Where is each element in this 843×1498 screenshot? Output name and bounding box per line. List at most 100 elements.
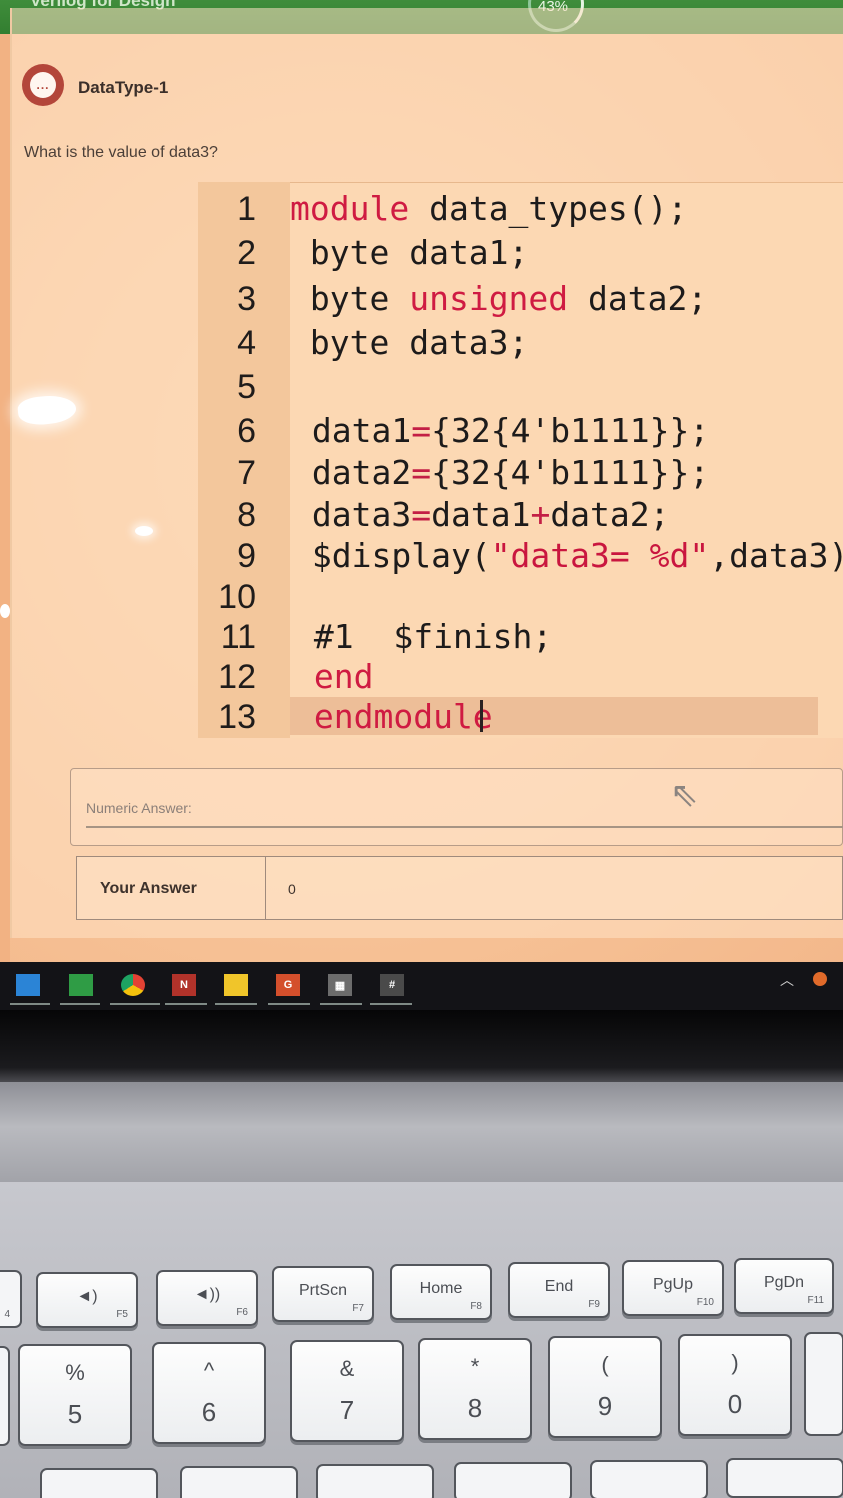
code-token: unsigned [409, 279, 569, 318]
numeric-answer-label: Numeric Answer: [86, 800, 192, 816]
key-label: End [544, 1278, 574, 1295]
code-line: byte unsigned data2; [290, 278, 707, 320]
code-line: data3=data1+data2; [292, 494, 670, 536]
key-shift-label: * [470, 1354, 480, 1379]
line-number: 11 [220, 618, 256, 656]
key-bottom-row[interactable] [454, 1462, 572, 1498]
numeric-answer-underline [86, 826, 843, 828]
key-label: 0 [727, 1389, 743, 1419]
line-number: 10 [218, 578, 256, 616]
key-bottom-row[interactable] [40, 1468, 158, 1498]
line-number: 8 [237, 496, 256, 534]
key-4-partial[interactable] [0, 1346, 10, 1446]
code-token: module [290, 189, 410, 228]
key-bottom-row[interactable] [590, 1460, 708, 1498]
code-token: {32{4'b1111}}; [431, 411, 710, 450]
code-token: #1 $finish; [294, 617, 553, 656]
left-margin [0, 34, 10, 964]
code-token: end [294, 657, 374, 696]
code-token: data1 [292, 411, 412, 450]
taskbar-running-indicator [110, 1003, 160, 1005]
key-f9[interactable]: End F9 [508, 1262, 610, 1318]
powerpoint-icon[interactable]: G [276, 974, 300, 996]
chrome-icon[interactable] [121, 974, 145, 996]
laptop-hinge [0, 1082, 843, 1182]
app-green-icon[interactable] [69, 974, 93, 996]
key-f4-partial[interactable]: 4 [0, 1270, 22, 1328]
key-bottom-row[interactable] [316, 1464, 434, 1498]
key-5[interactable]: % 5 [18, 1344, 132, 1446]
screen-glare-small [135, 526, 153, 536]
line-number: 7 [237, 454, 256, 492]
key-7[interactable]: & 7 [290, 1340, 404, 1442]
key-0[interactable]: ) 0 [678, 1334, 792, 1436]
tray-status-icon[interactable] [813, 972, 827, 986]
code-token: {32{4'b1111}}; [431, 453, 710, 492]
code-token: data1 [431, 495, 531, 534]
calculator-icon[interactable]: ▦ [328, 974, 352, 996]
key-9[interactable]: (9 [548, 1336, 662, 1438]
key-f5[interactable]: ◄) F5 [36, 1272, 138, 1328]
taskbar-running-indicator [370, 1003, 412, 1005]
key-f8[interactable]: Home F8 [390, 1264, 492, 1320]
key-fn-label: F6 [236, 1307, 248, 1318]
key-label: ◄) [76, 1288, 98, 1305]
taskbar-running-indicator [268, 1003, 310, 1005]
key-f11[interactable]: PgDn F11 [734, 1258, 834, 1314]
key-minus-partial[interactable] [804, 1332, 843, 1436]
key-8[interactable]: * 8 [418, 1338, 532, 1440]
code-token: = [411, 495, 432, 534]
code-token: data2; [550, 495, 670, 534]
code-token: "data3= %d" [490, 536, 710, 575]
mouse-pointer-icon: ⇖ [670, 775, 699, 815]
line-number: 12 [218, 658, 256, 696]
key-f10[interactable]: PgUp F10 [622, 1260, 724, 1316]
code-line: byte data1; [290, 232, 529, 274]
key-label: 6 [201, 1397, 217, 1427]
onenote-icon[interactable]: N [172, 974, 196, 996]
code-token: data3 [292, 495, 412, 534]
key-bottom-row[interactable] [180, 1466, 298, 1498]
code-token: + [530, 495, 551, 534]
code-token: = [411, 453, 432, 492]
key-shift-label: ) [731, 1350, 739, 1375]
taskbar-running-indicator [10, 1003, 50, 1005]
file-explorer-icon[interactable] [16, 974, 40, 996]
key-fn-label: F9 [588, 1299, 600, 1310]
line-number: 4 [237, 324, 256, 362]
line-number: 2 [237, 234, 256, 272]
key-shift-label: % [65, 1360, 85, 1385]
taskbar-running-indicator [320, 1003, 362, 1005]
code-token: data_types(); [409, 189, 688, 228]
chat-bubble-icon: ... [30, 72, 56, 98]
code-token: = [411, 411, 432, 450]
key-fn-label: F5 [116, 1309, 128, 1320]
code-token: data2; [568, 279, 708, 318]
key-f6[interactable]: ◄)) F6 [156, 1270, 258, 1326]
key-fn-label: F11 [807, 1295, 825, 1306]
taskbar-running-indicator [215, 1003, 257, 1005]
line-number: 6 [237, 412, 256, 450]
code-token: byte [290, 279, 410, 318]
sticky-notes-icon[interactable] [224, 974, 248, 996]
taskbar-running-indicator [165, 1003, 207, 1005]
key-label: PgDn [763, 1274, 805, 1291]
tray-chevron-up-icon[interactable]: ︿ [780, 970, 794, 990]
key-label: ◄)) [193, 1286, 221, 1303]
slack-icon[interactable]: # [380, 974, 404, 996]
line-number: 3 [237, 280, 256, 318]
code-token: $display( [292, 536, 491, 575]
key-f7[interactable]: PrtScn F7 [272, 1266, 374, 1322]
key-label: 9 [597, 1391, 613, 1421]
question-title: DataType-1 [78, 78, 169, 97]
question-prompt: What is the value of data3? [24, 144, 218, 161]
line-number: 5 [237, 368, 256, 406]
code-line: data1={32{4'b1111}}; [292, 410, 709, 452]
code-line: module data_types(); [290, 188, 687, 230]
key-bottom-row[interactable] [726, 1458, 843, 1498]
key-6[interactable]: ^ 6 [152, 1342, 266, 1444]
laptop-bezel [0, 1010, 843, 1082]
code-line: #1 $finish; [294, 616, 552, 658]
key-shift-label: ^ [203, 1358, 215, 1383]
code-line: $display("data3= %d",data3); [292, 535, 843, 577]
